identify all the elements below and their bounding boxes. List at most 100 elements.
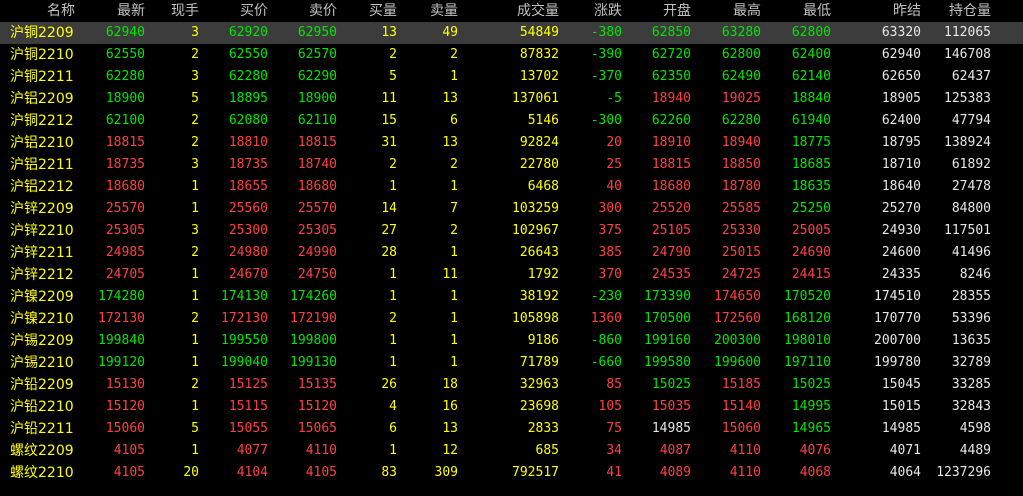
cell-low: 198010: [784, 333, 831, 348]
quote-row[interactable]: 沪铜2212 62100 2 62080 62110 15 6 5146 -300 62260 62…: [0, 110, 1023, 132]
cell-volume: 38192: [519, 289, 559, 304]
cell-high: 15140: [721, 399, 761, 414]
cell-bid-vol: 83: [381, 465, 397, 480]
cell-change: 1360: [590, 311, 622, 326]
quote-row[interactable]: 沪锡2209 199840 1 199550 199800 1 1 9186 -860 19916…: [0, 330, 1023, 352]
cell-ask: 4110: [305, 443, 337, 458]
cell-name: 沪铅2210: [10, 399, 74, 415]
quote-row[interactable]: 沪铝2211 18735 3 18735 18740 2 2 22780 25 18815 1885…: [0, 154, 1023, 176]
quote-row[interactable]: 沪锌2209 25570 1 25560 25570 14 7 103259 300 25520 2…: [0, 198, 1023, 220]
cell-ask-vol: 12: [442, 443, 458, 458]
cell-open-interest: 8246: [959, 267, 991, 282]
cell-vol-now: 2: [191, 135, 199, 150]
cell-ask: 24750: [297, 267, 337, 282]
cell-prev-settle: 15045: [881, 377, 921, 392]
cell-open: 62720: [651, 47, 691, 62]
quote-row[interactable]: 螺纹2210 4105 20 4104 4105 83 309 792517 41 4089 411…: [0, 462, 1023, 484]
cell-prev-settle: 62400: [881, 113, 921, 128]
cell-ask-vol: 6: [450, 113, 458, 128]
quote-row[interactable]: 沪锌2210 25305 3 25300 25305 27 2 102967 375 25105 2…: [0, 220, 1023, 242]
quote-row[interactable]: 螺纹2209 4105 1 4077 4110 1 12 685 34 4087 4110 4076 4…: [0, 440, 1023, 462]
quote-row[interactable]: 沪锌2211 24985 2 24980 24990 28 1 26643 385 24790 25…: [0, 242, 1023, 264]
cell-bid: 15055: [228, 421, 268, 436]
cell-open: 14985: [651, 421, 691, 436]
cell-high: 62490: [721, 69, 761, 84]
cell-last: 24985: [105, 245, 145, 260]
cell-change: -860: [590, 333, 622, 348]
cell-vol-now: 1: [191, 179, 199, 194]
cell-prev-settle: 170770: [874, 311, 921, 326]
cell-ask: 62110: [297, 113, 337, 128]
cell-last: 174280: [98, 289, 145, 304]
cell-name: 沪锡2209: [10, 333, 74, 349]
quote-row[interactable]: 沪锡2210 199120 1 199040 199130 1 1 71789 -660 1995…: [0, 352, 1023, 374]
cell-low: 4076: [799, 443, 831, 458]
cell-bid: 18655: [228, 179, 268, 194]
cell-high: 25585: [721, 201, 761, 216]
cell-bid: 4077: [236, 443, 268, 458]
cell-prev-settle: 18640: [881, 179, 921, 194]
quote-row[interactable]: 沪铝2212 18680 1 18655 18680 1 1 6468 40 18680 18780…: [0, 176, 1023, 198]
quote-row[interactable]: 沪镍2209 174280 1 174130 174260 1 1 38192 -230 1733…: [0, 286, 1023, 308]
quote-row[interactable]: 沪铅2210 15120 1 15115 15120 4 16 23698 105 15035 15…: [0, 396, 1023, 418]
cell-name: 沪铅2211: [10, 421, 74, 437]
cell-low: 25250: [791, 201, 831, 216]
cell-bid-vol: 14: [381, 201, 397, 216]
cell-bid: 15115: [228, 399, 268, 414]
column-header-bid-vol: 买量: [369, 3, 397, 19]
quote-row[interactable]: 沪铅2209 15130 2 15125 15135 26 18 32963 85 15025 15…: [0, 374, 1023, 396]
cell-ask-vol: 7: [450, 201, 458, 216]
cell-bid-vol: 1: [389, 267, 397, 282]
cell-volume: 13702: [519, 69, 559, 84]
quote-row[interactable]: 沪铝2209 18900 5 18895 18900 11 13 137061 -5 18940 1…: [0, 88, 1023, 110]
cell-bid: 24670: [228, 267, 268, 282]
cell-volume: 22780: [519, 157, 559, 172]
cell-open-interest: 146708: [944, 47, 991, 62]
quote-row[interactable]: 沪锌2212 24705 1 24670 24750 1 11 1792 370 24535 247…: [0, 264, 1023, 286]
cell-vol-now: 2: [191, 113, 199, 128]
cell-ask-vol: 1: [450, 245, 458, 260]
quote-row[interactable]: 沪铜2209 62940 3 62920 62950 13 49 54849 -380 62850…: [0, 22, 1023, 44]
cell-change: -230: [590, 289, 622, 304]
cell-name: 沪铝2209: [10, 91, 74, 107]
cell-change: -5: [606, 91, 622, 106]
cell-bid: 199550: [221, 333, 268, 348]
cell-last: 25570: [105, 201, 145, 216]
cell-ask: 18680: [297, 179, 337, 194]
quote-row[interactable]: 沪铅2211 15060 5 15055 15065 6 13 2833 75 14985 1506…: [0, 418, 1023, 440]
cell-volume: 102967: [512, 223, 559, 238]
cell-low: 24415: [791, 267, 831, 282]
cell-high: 15185: [721, 377, 761, 392]
cell-open-interest: 41496: [951, 245, 991, 260]
cell-ask: 62290: [297, 69, 337, 84]
cell-prev-settle: 14985: [881, 421, 921, 436]
cell-high: 4110: [729, 443, 761, 458]
futures-quote-board: 名称 最新 现手 买价 卖价 买量 卖量 成交量 涨跌 开盘 最高 最低 昨结 持仓量 沪铜2209 629…: [0, 0, 1023, 496]
cell-name: 沪锌2211: [10, 245, 74, 261]
cell-last: 199120: [98, 355, 145, 370]
cell-bid: 25560: [228, 201, 268, 216]
cell-ask-vol: 13: [442, 421, 458, 436]
quote-row[interactable]: 沪铝2210 18815 2 18810 18815 31 13 92824 20 18910 18…: [0, 132, 1023, 154]
cell-last: 18815: [105, 135, 145, 150]
column-header-name: 名称: [47, 3, 75, 19]
cell-name: 沪铜2210: [10, 47, 74, 63]
cell-name: 沪锌2212: [10, 267, 74, 283]
cell-high: 172560: [714, 311, 761, 326]
column-header-high: 最高: [733, 3, 761, 19]
cell-change: -300: [590, 113, 622, 128]
cell-bid: 25300: [228, 223, 268, 238]
cell-open-interest: 62437: [951, 69, 991, 84]
quote-row[interactable]: 沪铜2210 62550 2 62550 62570 2 2 87832 -390 62720 62…: [0, 44, 1023, 66]
cell-prev-settle: 62650: [881, 69, 921, 84]
cell-name: 沪铅2209: [10, 377, 74, 393]
cell-bid-vol: 2: [389, 47, 397, 62]
cell-open: 15025: [651, 377, 691, 392]
quote-row[interactable]: 沪镍2210 172130 2 172130 172190 2 1 105898 1360 170…: [0, 308, 1023, 330]
cell-volume: 103259: [512, 201, 559, 216]
cell-volume: 6468: [527, 179, 559, 194]
cell-ask: 15135: [297, 377, 337, 392]
cell-prev-settle: 24335: [881, 267, 921, 282]
cell-bid-vol: 6: [389, 421, 397, 436]
quote-row[interactable]: 沪铜2211 62280 3 62280 62290 5 1 13702 -370 62350 62…: [0, 66, 1023, 88]
